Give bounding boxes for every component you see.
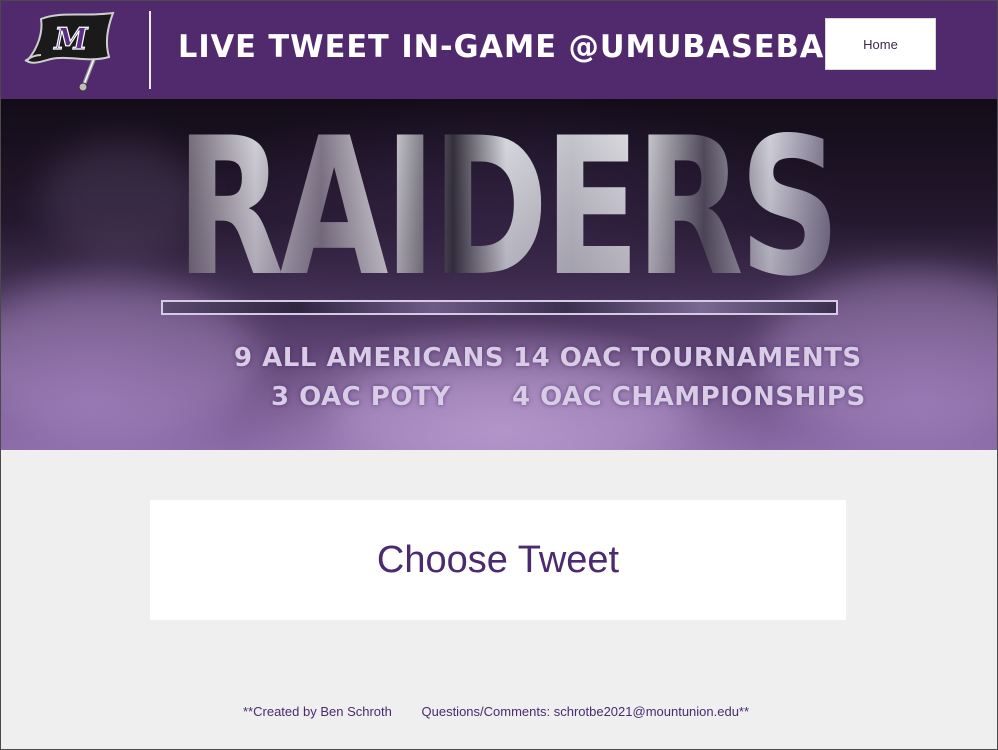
raiders-wordmark: RAIDERS RAIDERS bbox=[176, 121, 841, 281]
stat-oac-poty: 3 OAC POTY bbox=[271, 382, 451, 412]
choose-tweet-link[interactable]: Choose Tweet bbox=[377, 539, 619, 582]
logo-letter: M bbox=[53, 22, 88, 57]
raiders-letters-shade: RAIDERS bbox=[176, 121, 836, 281]
choose-tweet-card[interactable]: Choose Tweet bbox=[150, 500, 846, 620]
footer: **Created by Ben Schroth Questions/Comme… bbox=[243, 704, 749, 719]
home-button[interactable]: Home bbox=[825, 18, 936, 70]
stat-oac-championships: 4 OAC CHAMPIONSHIPS bbox=[512, 382, 866, 412]
stat-oac-tournaments: 14 OAC TOURNAMENTS bbox=[513, 343, 862, 373]
player-photo-strip bbox=[161, 300, 838, 315]
header-divider bbox=[149, 11, 151, 89]
page-title: LIVE TWEET IN-GAME @UMUBASEBALL bbox=[178, 29, 865, 65]
footer-contact: Questions/Comments: schrotbe2021@mountun… bbox=[421, 704, 750, 719]
purple-raiders-flag-logo[interactable]: M bbox=[21, 7, 127, 93]
footer-credit: **Created by Ben Schroth bbox=[243, 704, 392, 719]
header-bar: M LIVE TWEET IN-GAME @UMUBASEBALL Home bbox=[1, 1, 997, 99]
stat-all-americans: 9 ALL AMERICANS bbox=[234, 343, 505, 373]
page: M LIVE TWEET IN-GAME @UMUBASEBALL Home R… bbox=[0, 0, 998, 750]
hero-banner: RAIDERS RAIDERS 9 ALL AMERICANS 3 OAC PO… bbox=[1, 99, 997, 450]
